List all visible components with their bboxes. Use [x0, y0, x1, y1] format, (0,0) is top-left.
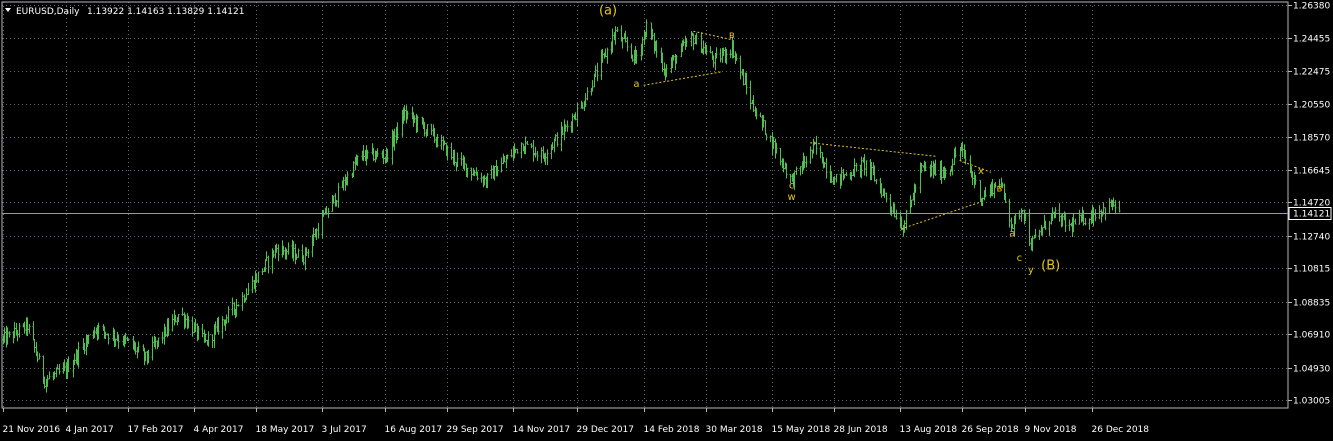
symbol-label: EURUSD,Daily [16, 7, 80, 17]
x-tick-label: 18 May 2017 [256, 425, 315, 435]
x-tick-label: 29 Dec 2017 [577, 425, 635, 435]
wave-label: c [789, 180, 795, 191]
y-tick-label: 1.16645 [1293, 167, 1330, 177]
y-tick-label: 1.03005 [1293, 397, 1330, 407]
x-tick-label: 28 Jun 2018 [834, 425, 888, 435]
wave-label: a [1009, 229, 1015, 240]
x-tick-label: 21 Nov 2016 [3, 425, 61, 435]
x-tick-label: 29 Sep 2017 [447, 425, 504, 435]
x-tick-label: 30 Mar 2018 [706, 425, 763, 435]
y-tick-label: 1.22475 [1293, 68, 1330, 78]
y-tick-label: 1.06910 [1293, 331, 1330, 341]
y-tick-label: 1.08835 [1293, 299, 1330, 309]
x-tick-label: 4 Apr 2017 [194, 425, 244, 435]
y-tick-label: 1.18570 [1293, 134, 1330, 144]
wave-label: c [1017, 253, 1023, 264]
wave-label: (B) [1041, 258, 1060, 273]
wave-label: x [978, 166, 984, 177]
y-tick-label: 1.26380 [1293, 2, 1330, 12]
x-tick-label: 15 May 2018 [772, 425, 831, 435]
x-tick-label: 4 Jan 2017 [66, 425, 114, 435]
x-tick-label: 26 Dec 2018 [1092, 425, 1150, 435]
x-tick-label: 13 Aug 2018 [900, 425, 958, 435]
y-tick-label: 1.12740 [1293, 233, 1330, 243]
wave-label: y [1028, 265, 1034, 276]
y-tick-label: 1.10815 [1293, 265, 1330, 275]
y-tick-label: 1.24455 [1293, 35, 1330, 45]
x-tick-label: 16 Aug 2017 [385, 425, 443, 435]
x-tick-label: 17 Feb 2017 [128, 425, 184, 435]
current-price-label: 1.14121 [1293, 210, 1330, 220]
x-tick-label: 9 Nov 2018 [1025, 425, 1077, 435]
eurusd-daily-chart[interactable]: (a)aвcwxвacy (B) 1.263801.244551.224751.2… [0, 0, 1333, 441]
y-tick-label: 1.20550 [1293, 101, 1330, 111]
x-tick-label: 3 Jul 2017 [322, 425, 367, 435]
x-tick-label: 14 Nov 2017 [513, 425, 571, 435]
x-tick-label: 14 Feb 2018 [644, 425, 700, 435]
wave-label: в [729, 30, 735, 41]
wave-label: w [788, 192, 796, 203]
y-tick-label: 1.04930 [1293, 365, 1330, 375]
ohlc-values: 1.13922 1.14163 1.13829 1.14121 [87, 7, 244, 17]
wave-label: a [633, 79, 639, 90]
wave-label: в [997, 184, 1003, 195]
chart-header: EURUSD,Daily 1.13922 1.14163 1.13829 1.1… [5, 7, 244, 17]
x-tick-label: 26 Sep 2018 [962, 425, 1019, 435]
wave-label: (a) [599, 3, 617, 18]
